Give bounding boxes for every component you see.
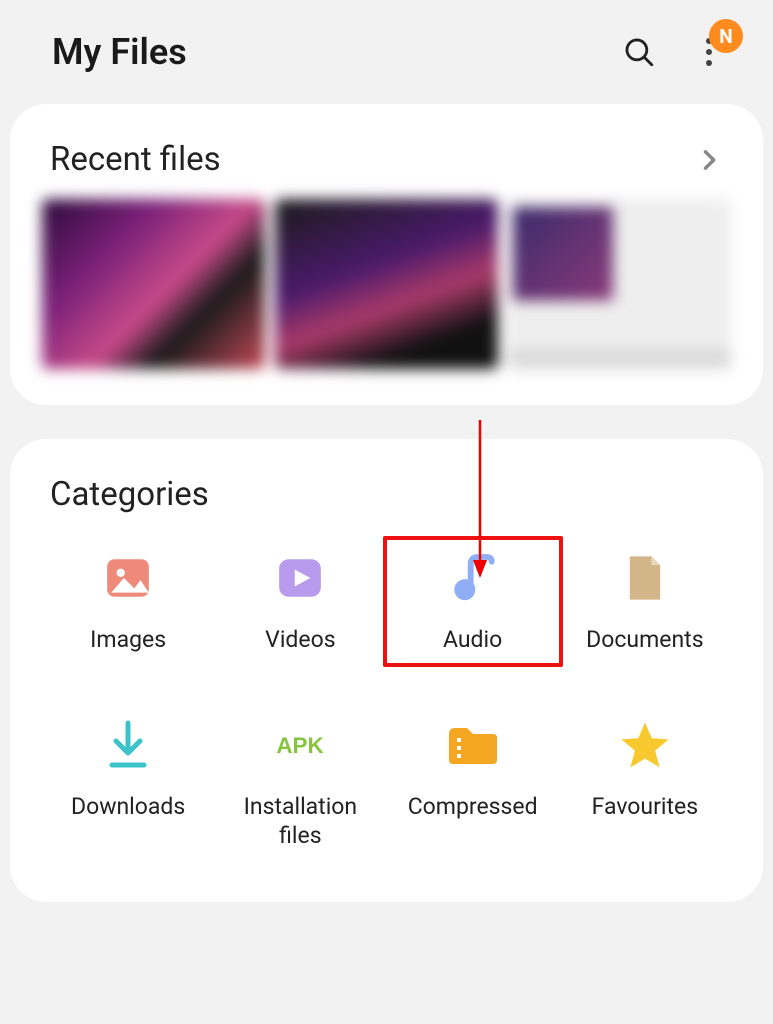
recent-thumb[interactable]	[42, 199, 265, 369]
download-icon	[100, 717, 156, 773]
category-videos[interactable]: Videos	[214, 540, 386, 663]
document-icon	[617, 550, 673, 606]
image-icon	[100, 550, 156, 606]
categories-title: Categories	[50, 475, 723, 514]
category-label: Installation files	[220, 793, 380, 851]
recent-files-card: Recent files	[10, 104, 763, 405]
category-label: Videos	[265, 626, 335, 655]
audio-icon	[445, 550, 501, 606]
search-icon	[622, 35, 656, 69]
category-downloads[interactable]: Downloads	[42, 707, 214, 859]
profile-badge-letter: N	[719, 25, 732, 48]
category-audio[interactable]: Audio	[383, 536, 563, 667]
compressed-icon	[445, 717, 501, 773]
app-header: My Files N	[0, 0, 773, 104]
recent-files-title: Recent files	[50, 140, 695, 179]
category-label: Downloads	[71, 793, 185, 822]
categories-card: Categories Images Videos Audio Documen	[10, 439, 763, 902]
category-installation-files[interactable]: APK Installation files	[214, 707, 386, 859]
category-images[interactable]: Images	[42, 540, 214, 663]
categories-header: Categories	[42, 469, 731, 534]
star-icon	[617, 717, 673, 773]
apk-icon: APK	[272, 717, 328, 773]
category-label: Compressed	[408, 793, 538, 822]
category-compressed[interactable]: Compressed	[387, 707, 559, 859]
chevron-right-icon	[695, 146, 723, 174]
profile-badge[interactable]: N	[709, 19, 743, 53]
category-label: Documents	[586, 626, 703, 655]
category-favourites[interactable]: Favourites	[559, 707, 731, 859]
recent-thumb[interactable]	[508, 199, 731, 369]
page-title: My Files	[52, 31, 593, 73]
category-label: Favourites	[592, 793, 698, 822]
video-icon	[272, 550, 328, 606]
categories-grid: Images Videos Audio Documents Downloads	[42, 534, 731, 866]
category-label: Audio	[443, 626, 502, 655]
recent-thumbnails[interactable]	[42, 199, 731, 369]
recent-files-header[interactable]: Recent files	[42, 134, 731, 199]
svg-text:APK: APK	[277, 733, 324, 758]
category-documents[interactable]: Documents	[559, 540, 731, 663]
category-label: Images	[90, 626, 166, 655]
search-button[interactable]	[615, 28, 663, 76]
recent-thumb[interactable]	[275, 199, 498, 369]
